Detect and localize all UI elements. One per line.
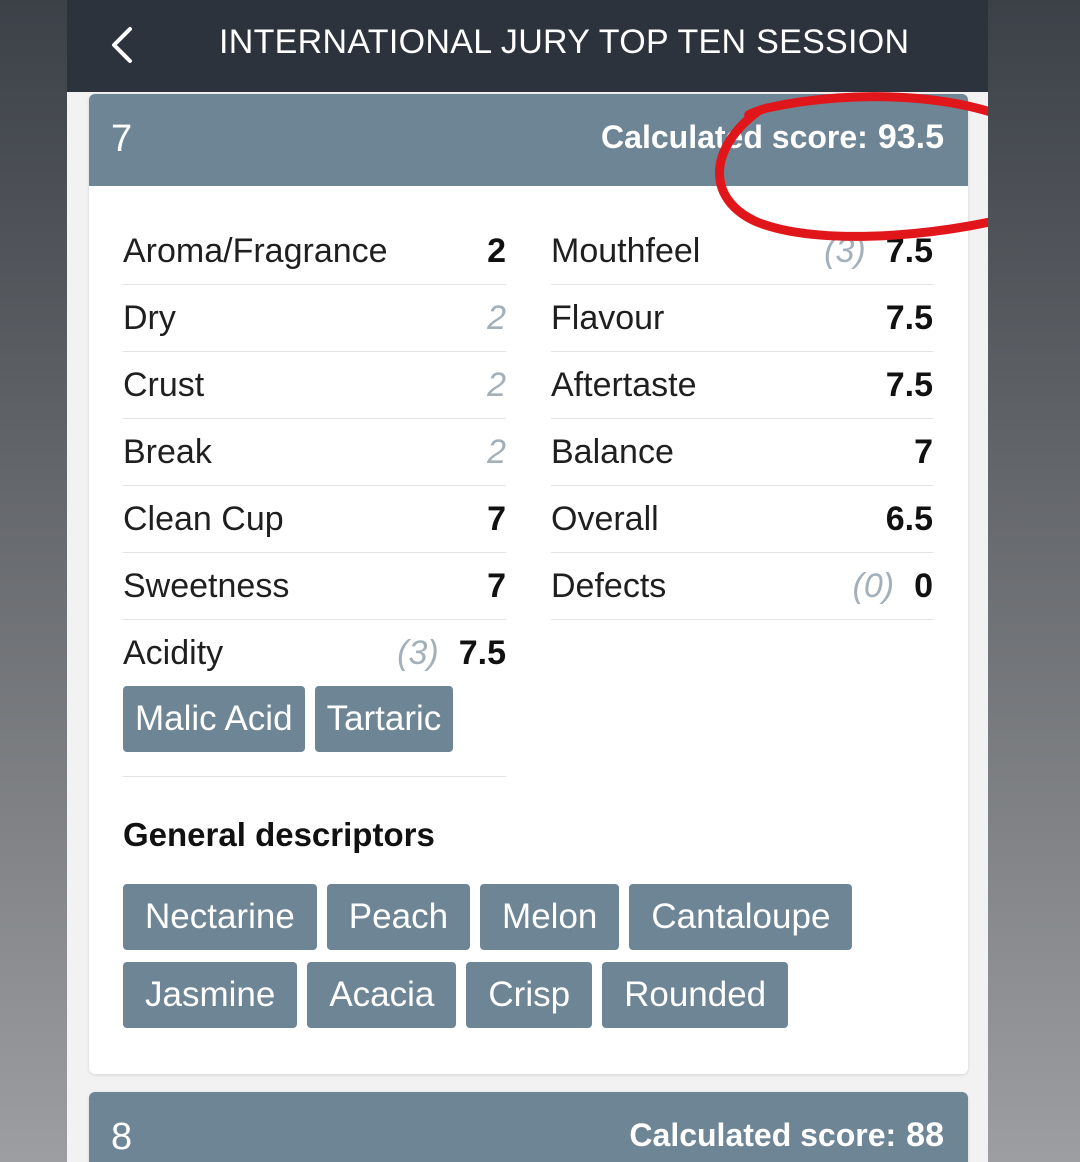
descriptor-tag[interactable]: Cantaloupe [629,884,853,950]
row-value: 7 [487,566,506,605]
row-subvalue: (3) [824,231,866,270]
score-label: Calculated score: [629,1117,897,1153]
page-title: INTERNATIONAL JURY TOP TEN SESSION [219,23,910,61]
row-value: 7.5 [885,298,933,337]
row-label: Balance [551,432,674,471]
row-label: Overall [551,499,659,538]
sample-card: 8 Calculated score: 88 [89,1092,968,1162]
row-subvalue: (0) [852,566,895,605]
score-row-overall: Overall 6.5 [551,486,933,553]
row-label: Flavour [551,298,665,337]
row-value: 7.5 [885,365,933,404]
score-row-clean-cup: Clean Cup 7 [123,486,506,553]
descriptor-tag[interactable]: Malic Acid [123,686,305,752]
acidity-tags: Malic Acid Tartaric [123,686,506,777]
descriptor-tag[interactable]: Peach [326,884,471,950]
score-row-aroma: Aroma/Fragrance 2 [123,218,506,285]
score-row-sweetness: Sweetness 7 [123,553,506,620]
score-row-dry: Dry 2 [123,285,506,352]
descriptor-tag[interactable]: Rounded [602,962,789,1028]
scores-right-column: Mouthfeel (3) 7.5 Flavour 7.5 Aftertaste… [551,218,933,620]
screen: INTERNATIONAL JURY TOP TEN SESSION 7 Cal… [67,0,988,1162]
row-label: Defects [551,566,667,605]
row-value: 6.5 [885,499,933,538]
sample-number: 8 [111,1116,133,1158]
chevron-left-icon [112,27,132,63]
sample-number: 7 [111,118,133,160]
descriptor-tag[interactable]: Jasmine [123,962,298,1028]
score-row-balance: Balance 7 [551,419,933,486]
row-label: Acidity [123,633,224,672]
row-value: 0 [914,566,933,605]
row-subvalue: 2 [487,298,506,337]
general-descriptors: Nectarine Peach Melon Cantaloupe Jasmine… [123,884,923,1028]
sample-card: 7 Calculated score: 93.5 Aroma/Fragrance … [89,94,968,1074]
score-value: 93.5 [877,118,944,156]
row-label: Dry [123,298,176,337]
row-label: Mouthfeel [551,231,701,270]
score-row-break: Break 2 [123,419,506,486]
row-value: 7 [487,499,506,538]
score-row-mouthfeel: Mouthfeel (3) 7.5 [551,218,933,285]
calculated-score: Calculated score: 93.5 [601,118,944,157]
app-bar: INTERNATIONAL JURY TOP TEN SESSION [67,0,988,92]
row-label: Aftertaste [551,365,697,404]
row-value: 2 [487,231,506,270]
back-button[interactable] [99,22,145,68]
score-row-aftertaste: Aftertaste 7.5 [551,352,933,419]
descriptor-tag[interactable]: Crisp [466,962,593,1028]
row-value: 7.5 [885,231,933,270]
score-value: 88 [906,1116,944,1154]
row-subvalue: 2 [487,432,506,471]
row-subvalue: 2 [487,365,506,404]
calculated-score: Calculated score: 88 [629,1116,944,1155]
score-row-acidity: Acidity (3) 7.5 [123,620,506,686]
row-value: 7.5 [458,633,506,672]
score-label: Calculated score: [601,119,868,155]
scores-left-column: Aroma/Fragrance 2 Dry 2 Crust 2 Break 2 … [123,218,506,777]
descriptors-heading: General descriptors [123,816,435,853]
descriptor-tag[interactable]: Tartaric [314,686,454,752]
card-header[interactable]: 7 Calculated score: 93.5 [89,94,968,186]
row-label: Sweetness [123,566,290,605]
row-subvalue: (3) [397,633,439,672]
descriptor-tag[interactable]: Melon [480,884,620,950]
row-label: Break [123,432,212,471]
card-header[interactable]: 8 Calculated score: 88 [89,1092,968,1162]
row-label: Crust [123,365,205,404]
row-value: 7 [914,432,933,471]
row-label: Aroma/Fragrance [123,231,388,270]
score-row-flavour: Flavour 7.5 [551,285,933,352]
score-row-crust: Crust 2 [123,352,506,419]
descriptor-tag[interactable]: Acacia [307,962,457,1028]
score-row-defects: Defects (0) 0 [551,553,933,620]
descriptor-tag[interactable]: Nectarine [123,884,317,950]
row-label: Clean Cup [123,499,284,538]
